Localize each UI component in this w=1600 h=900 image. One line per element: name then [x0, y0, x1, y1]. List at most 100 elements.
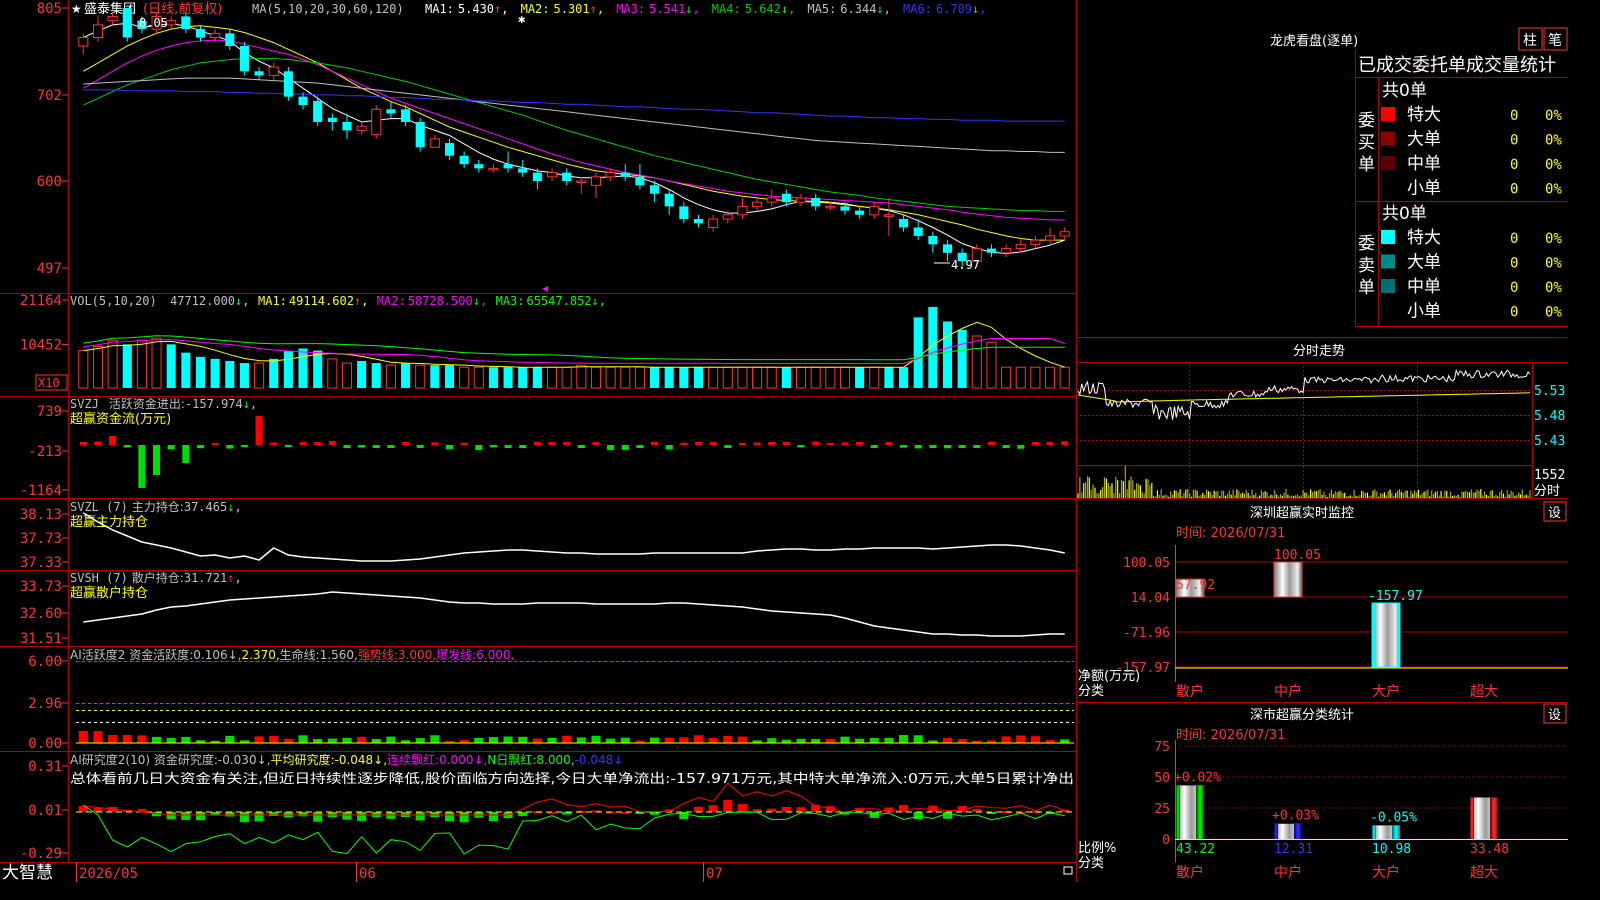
ai-research-axis: 0.31 0.01 -0.29	[20, 759, 68, 862]
svzj-bar	[1046, 442, 1054, 445]
vol-bar	[810, 366, 821, 389]
svzj-bar	[1017, 445, 1025, 449]
ai-research-bar	[313, 812, 323, 822]
svzj-bar	[504, 445, 512, 448]
ai-active-bar	[254, 736, 264, 743]
svzj-bar	[358, 445, 366, 448]
order-type-label: 小单	[1407, 179, 1441, 199]
ai-active-item: 6.000,	[476, 648, 514, 662]
candle-body	[664, 193, 674, 207]
sz-classify-tick: 0	[1162, 833, 1170, 848]
svzj-bars	[79, 416, 1069, 488]
candle-body	[620, 172, 630, 177]
price-tick: 805	[37, 1, 62, 17]
order-pct: 0%	[1545, 108, 1562, 124]
ai-active-bar	[1030, 736, 1040, 743]
vol-bar	[1059, 366, 1070, 389]
vol-bar	[341, 362, 353, 389]
ma-lines	[83, 22, 1065, 255]
order-type-label: 小单	[1407, 302, 1441, 322]
vol-bar	[942, 321, 953, 388]
ai-research-bar	[693, 806, 704, 812]
vol-bar	[737, 366, 748, 389]
candle-body	[679, 206, 689, 220]
vol-bar	[401, 363, 411, 388]
svzj-bar	[270, 442, 278, 445]
vol-bar	[313, 350, 323, 388]
lock-icon[interactable]	[1063, 866, 1073, 875]
ai-active-bar	[840, 736, 850, 743]
vol-bar	[136, 339, 147, 389]
candle-body	[488, 167, 499, 171]
sz-monitor-bar	[1371, 602, 1401, 668]
candle-body	[298, 96, 308, 106]
ai-active-bar	[562, 735, 572, 743]
candle-body	[576, 180, 587, 184]
chart-canvas[interactable]: ★ 盛泰集团 (日线,前复权) MA(5,10,20,30,60,120) MA…	[0, 0, 1568, 882]
ma-legend-item: MA5: 6.344↓,	[807, 2, 891, 16]
svzj-bar	[929, 445, 937, 448]
order-total: 共0单	[1382, 204, 1427, 224]
order-pct: 0%	[1545, 305, 1562, 321]
svzj-bar	[387, 445, 395, 448]
svzj-bar	[856, 442, 864, 445]
vol-value: 47712.000↓,	[170, 294, 250, 308]
svzj-bar	[841, 442, 849, 445]
svzj-bar	[621, 445, 629, 450]
candle-body	[92, 24, 104, 39]
vol-bar	[327, 358, 338, 389]
ai-active-bar	[78, 731, 88, 743]
vol-ma-item: MA2: 58728.500↓,	[377, 294, 487, 308]
intraday-vol-tick: 1552	[1534, 468, 1565, 483]
vol-bar	[430, 365, 440, 388]
vol-bar	[371, 363, 381, 388]
candle-body	[371, 108, 382, 136]
ai-active-bar	[283, 738, 293, 743]
ai-research-bar	[488, 812, 498, 822]
ai-active-bar	[166, 737, 176, 743]
sz-monitor-value: -157.97	[1368, 589, 1423, 604]
ai-active-bar	[942, 738, 953, 743]
svzj-bar	[768, 442, 776, 445]
candle-body	[254, 71, 264, 76]
vol-bar	[561, 366, 572, 389]
sz-classify-bar-accent	[1176, 785, 1180, 839]
order-count: 0	[1510, 256, 1518, 272]
vol-bar	[181, 352, 191, 388]
vol-bars	[78, 306, 1070, 389]
svzj-bar	[343, 445, 351, 448]
candle-body	[840, 206, 850, 211]
date-tick: 2026/05	[79, 866, 138, 882]
ai-research-item: 连续飘红:	[387, 752, 439, 767]
vol-bar	[1030, 366, 1041, 389]
vol-bar	[107, 339, 118, 389]
ai-active-item: 0.106↓,	[193, 648, 241, 662]
ma-legend-item: MA2: 5.301↑,	[521, 2, 605, 16]
bar-mode-label: 柱	[1523, 33, 1537, 49]
vol-tick: 21164	[20, 293, 62, 309]
order-color-swatch	[1381, 230, 1395, 244]
vol-bar	[620, 366, 631, 389]
vol-bar	[957, 329, 967, 388]
candle-body	[532, 172, 542, 182]
ai-active-bar	[474, 738, 484, 743]
ai-active-bar	[650, 737, 660, 743]
svzj-bar	[372, 445, 380, 448]
ai-active-bar	[620, 737, 630, 743]
ai-active-bar	[532, 738, 542, 743]
app-brand[interactable]: 大智慧	[2, 863, 53, 882]
vol-bar	[385, 364, 396, 389]
candle-body	[883, 214, 894, 217]
vol-bar	[899, 367, 909, 388]
vol-bar	[855, 367, 865, 388]
asterisk-marker: ✱	[518, 12, 525, 26]
candle-body	[899, 219, 909, 228]
svzj-bar	[138, 445, 146, 488]
ai-research-item: 8.000,	[536, 753, 574, 767]
stock-star: ★	[71, 2, 82, 16]
candle-body	[986, 248, 996, 253]
ma-line-ma5	[83, 77, 1065, 153]
svzj-bar	[284, 445, 292, 448]
ai-active-bar	[708, 737, 718, 743]
sz-classify-change: +0.02%	[1174, 770, 1221, 785]
